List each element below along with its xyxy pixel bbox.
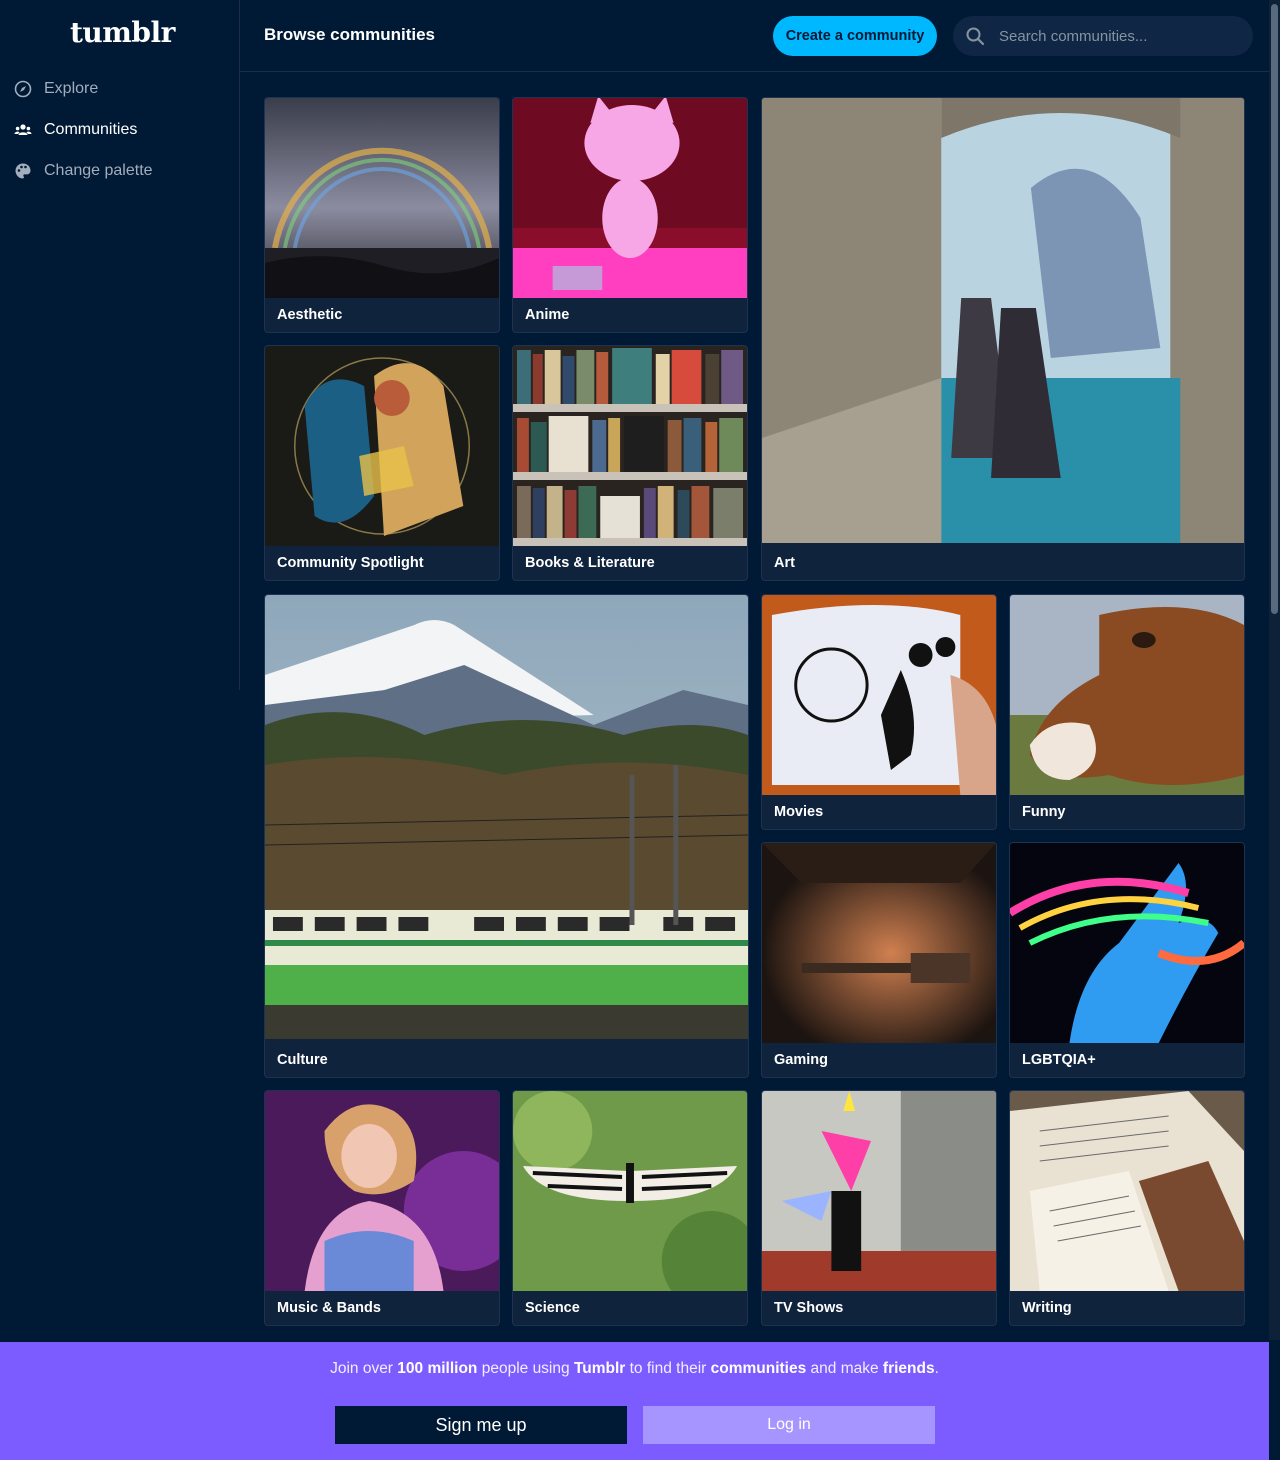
community-label: Funny — [1022, 804, 1066, 820]
community-card-books-literature[interactable]: Books & Literature — [512, 345, 748, 581]
community-image — [513, 98, 747, 298]
community-image — [265, 346, 499, 546]
community-card-culture[interactable]: Culture — [264, 594, 749, 1078]
compass-icon — [14, 80, 32, 98]
page-header: Browse communities Create a community — [240, 0, 1269, 72]
community-card-writing[interactable]: Writing — [1009, 1090, 1245, 1326]
community-image — [265, 1091, 499, 1291]
community-image — [265, 98, 499, 298]
community-image — [762, 843, 996, 1043]
search-box[interactable] — [953, 16, 1253, 56]
log-in-button[interactable]: Log in — [643, 1406, 935, 1444]
community-card-art[interactable]: Art — [761, 97, 1245, 581]
community-label: Books & Literature — [525, 555, 655, 571]
community-image — [762, 1091, 996, 1291]
signup-banner: Join over 100 million people using Tumbl… — [0, 1342, 1269, 1460]
community-image — [265, 595, 748, 1039]
scrollbar[interactable] — [1269, 0, 1280, 1340]
sidebar-item-label: Explore — [44, 80, 99, 97]
community-image — [1010, 595, 1244, 795]
community-image — [513, 346, 747, 546]
search-icon — [966, 27, 985, 46]
community-label: Music & Bands — [277, 1300, 381, 1316]
community-label: Movies — [774, 804, 824, 820]
community-card-aesthetic[interactable]: Aesthetic — [264, 97, 500, 333]
community-label: Culture — [277, 1052, 328, 1068]
community-label: Anime — [525, 307, 570, 323]
community-image — [1010, 1091, 1244, 1291]
scrollbar-thumb[interactable] — [1271, 4, 1278, 614]
page-title: Browse communities — [264, 25, 435, 44]
community-image — [513, 1091, 747, 1291]
community-label: Writing — [1022, 1300, 1072, 1316]
community-label: Art — [774, 555, 795, 571]
sidebar-item-communities[interactable]: Communities — [14, 117, 137, 143]
banner-text: Join over 100 million people using Tumbl… — [330, 1360, 939, 1377]
community-card-gaming[interactable]: Gaming — [761, 842, 997, 1078]
community-label: Community Spotlight — [277, 555, 424, 571]
community-image — [762, 595, 996, 795]
sidebar-item-explore[interactable]: Explore — [14, 76, 98, 102]
create-community-button[interactable]: Create a community — [773, 16, 937, 56]
sign-up-button[interactable]: Sign me up — [335, 1406, 627, 1444]
community-card-funny[interactable]: Funny — [1009, 594, 1245, 830]
community-label: Gaming — [774, 1052, 828, 1068]
community-label: LGBTQIA+ — [1022, 1052, 1096, 1068]
community-card-music-bands[interactable]: Music & Bands — [264, 1090, 500, 1326]
search-input[interactable] — [999, 16, 1239, 56]
sidebar-item-label: Change palette — [44, 162, 153, 179]
community-card-community-spotlight[interactable]: Community Spotlight — [264, 345, 500, 581]
community-label: Science — [525, 1300, 580, 1316]
community-image — [1010, 843, 1244, 1043]
community-card-movies[interactable]: Movies — [761, 594, 997, 830]
community-card-lgbtqia[interactable]: LGBTQIA+ — [1009, 842, 1245, 1078]
sidebar-item-change-palette[interactable]: Change palette — [14, 158, 153, 184]
sidebar-item-label: Communities — [44, 121, 138, 138]
community-label: Aesthetic — [277, 307, 343, 323]
people-icon — [14, 124, 32, 135]
community-label: TV Shows — [774, 1300, 844, 1316]
community-card-science[interactable]: Science — [512, 1090, 748, 1326]
community-card-anime[interactable]: Anime — [512, 97, 748, 333]
community-card-tv-shows[interactable]: TV Shows — [761, 1090, 997, 1326]
palette-icon — [15, 163, 31, 179]
community-image — [762, 98, 1244, 543]
tumblr-logo[interactable]: tumblr — [70, 16, 175, 49]
sidebar: tumblr Explore Communities Change palett… — [0, 0, 240, 690]
